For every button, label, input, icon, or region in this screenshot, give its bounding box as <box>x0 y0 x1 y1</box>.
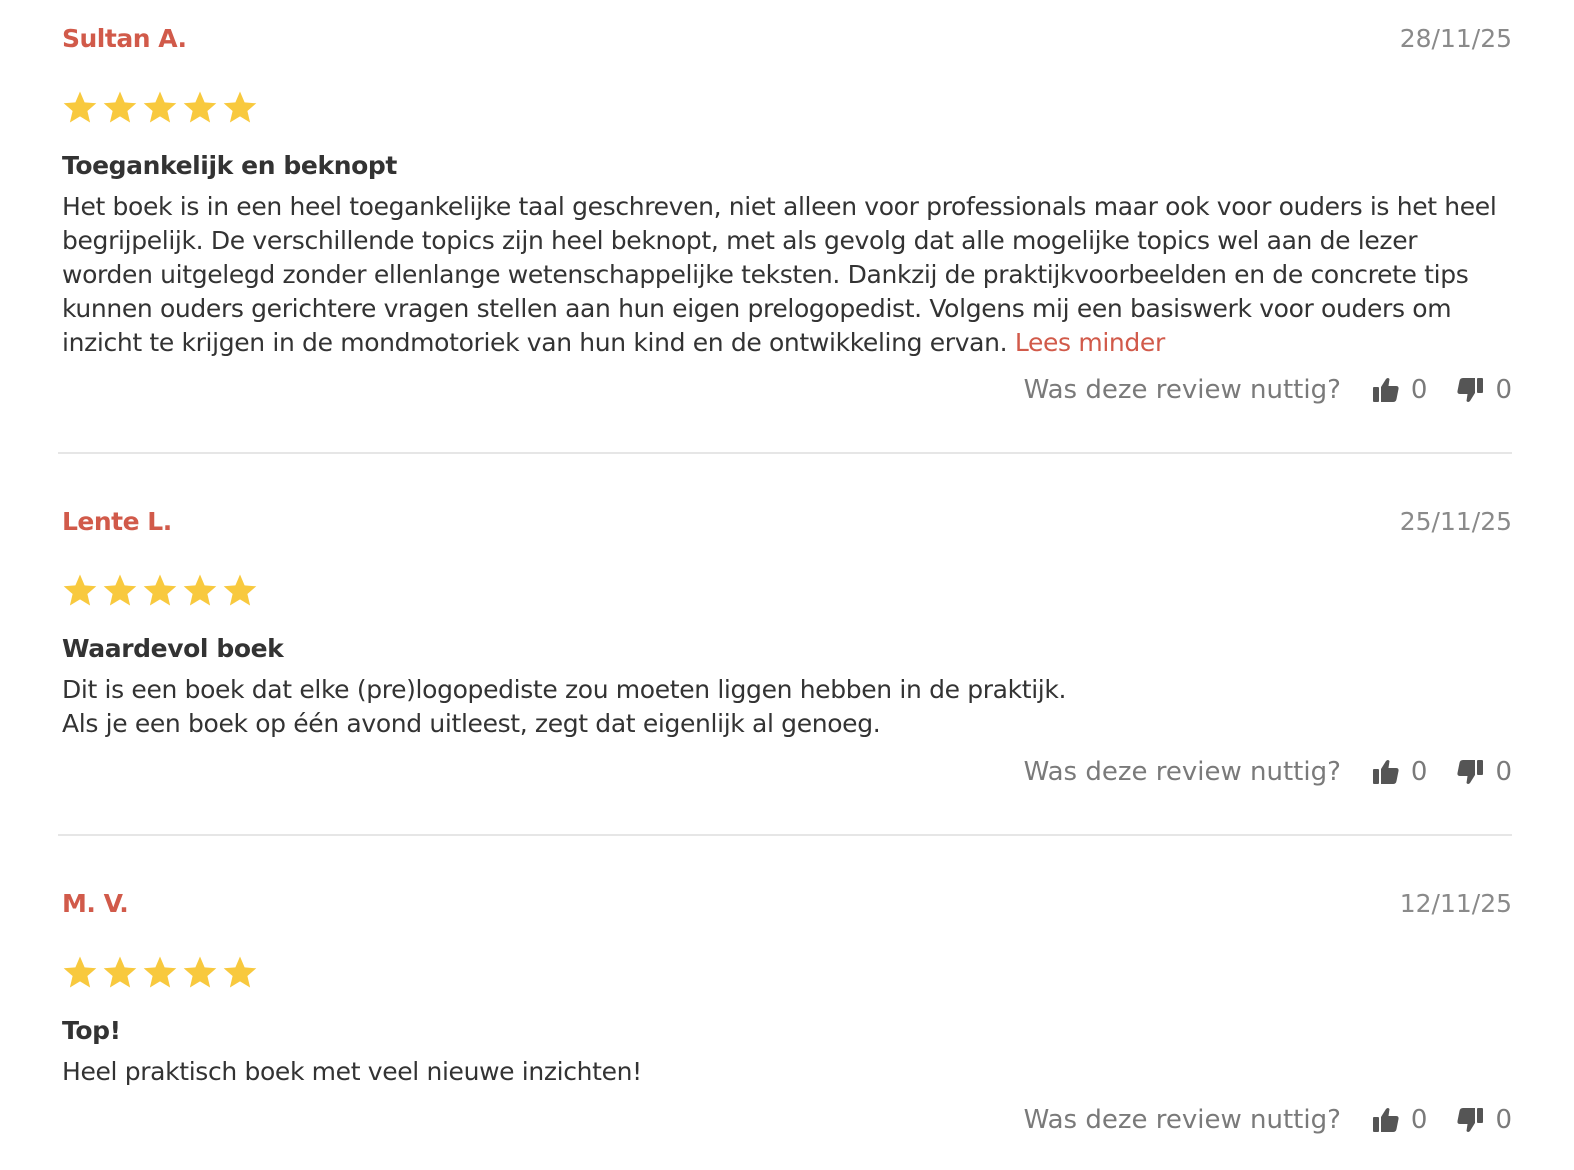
review-date: 25/11/25 <box>1399 507 1512 536</box>
review-title: Waardevol boek <box>62 634 284 663</box>
star-icon <box>103 91 137 123</box>
downvote-count: 0 <box>1495 757 1512 787</box>
review-title: Top! <box>62 1016 121 1045</box>
thumbs-up-button[interactable]: 0 <box>1371 1105 1428 1135</box>
review-body: Het boek is in een heel toegankelijke ta… <box>62 190 1502 360</box>
star-icon <box>63 574 97 606</box>
review-divider <box>58 834 1512 836</box>
review-body: Heel praktisch boek met veel nieuwe inzi… <box>62 1055 1502 1089</box>
review-title: Toegankelijk en beknopt <box>62 151 397 180</box>
helpful-vote-bar: Was deze review nuttig? 0 0 <box>1024 752 1512 792</box>
read-less-link[interactable]: Lees minder <box>1015 328 1165 357</box>
review-header: M. V. 12/11/25 <box>58 885 1512 925</box>
upvote-count: 0 <box>1410 757 1428 787</box>
review-header: Sultan A. 28/11/25 <box>58 20 1512 60</box>
star-icon <box>143 574 177 606</box>
star-icon <box>63 956 97 988</box>
star-icon <box>223 956 257 988</box>
review-author: Sultan A. <box>62 24 187 53</box>
thumbs-up-button[interactable]: 0 <box>1371 375 1428 405</box>
helpful-question: Was deze review nuttig? <box>1023 375 1341 405</box>
star-rating <box>60 953 260 993</box>
star-icon <box>143 91 177 123</box>
review-date: 28/11/25 <box>1399 24 1512 53</box>
downvote-count: 0 <box>1495 375 1512 405</box>
review-body: Dit is een boek dat elke (pre)logopedist… <box>62 673 1502 741</box>
thumbs-up-icon <box>1371 375 1401 405</box>
star-icon <box>223 574 257 606</box>
star-icon <box>183 956 217 988</box>
review-text-line: Als je een boek op één avond uitleest, z… <box>62 709 881 738</box>
star-icon <box>143 956 177 988</box>
thumbs-down-icon <box>1455 375 1485 405</box>
star-icon <box>63 91 97 123</box>
review-date: 12/11/25 <box>1399 889 1512 918</box>
star-rating <box>60 571 260 611</box>
review-item: Lente L. 25/11/25 Waardevol boek Dit is … <box>58 503 1512 803</box>
thumbs-up-icon <box>1371 757 1401 787</box>
thumbs-down-button[interactable]: 0 <box>1455 375 1512 405</box>
thumbs-down-icon <box>1455 757 1485 787</box>
review-item: Sultan A. 28/11/25 Toegankelijk en bekno… <box>58 20 1512 420</box>
review-list: Sultan A. 28/11/25 Toegankelijk en bekno… <box>0 0 1574 1170</box>
thumbs-up-icon <box>1371 1105 1401 1135</box>
helpful-question: Was deze review nuttig? <box>1023 757 1341 787</box>
review-author: Lente L. <box>62 507 172 536</box>
helpful-question: Was deze review nuttig? <box>1023 1105 1341 1135</box>
review-text: Heel praktisch boek met veel nieuwe inzi… <box>62 1057 642 1086</box>
star-icon <box>183 574 217 606</box>
thumbs-down-button[interactable]: 0 <box>1455 1105 1512 1135</box>
helpful-vote-bar: Was deze review nuttig? 0 0 <box>1024 1100 1512 1140</box>
star-icon <box>183 91 217 123</box>
thumbs-up-button[interactable]: 0 <box>1371 757 1428 787</box>
upvote-count: 0 <box>1410 1105 1428 1135</box>
star-icon <box>103 956 137 988</box>
thumbs-down-icon <box>1455 1105 1485 1135</box>
upvote-count: 0 <box>1410 375 1428 405</box>
review-header: Lente L. 25/11/25 <box>58 503 1512 543</box>
review-text: Het boek is in een heel toegankelijke ta… <box>62 192 1497 357</box>
review-divider <box>58 452 1512 454</box>
helpful-vote-bar: Was deze review nuttig? 0 0 <box>1024 370 1512 410</box>
star-icon <box>223 91 257 123</box>
thumbs-down-button[interactable]: 0 <box>1455 757 1512 787</box>
review-text-line: Dit is een boek dat elke (pre)logopedist… <box>62 675 1067 704</box>
star-rating <box>60 88 260 128</box>
review-item: M. V. 12/11/25 Top! Heel praktisch boek … <box>58 885 1512 1155</box>
downvote-count: 0 <box>1495 1105 1512 1135</box>
review-author: M. V. <box>62 889 129 918</box>
star-icon <box>103 574 137 606</box>
